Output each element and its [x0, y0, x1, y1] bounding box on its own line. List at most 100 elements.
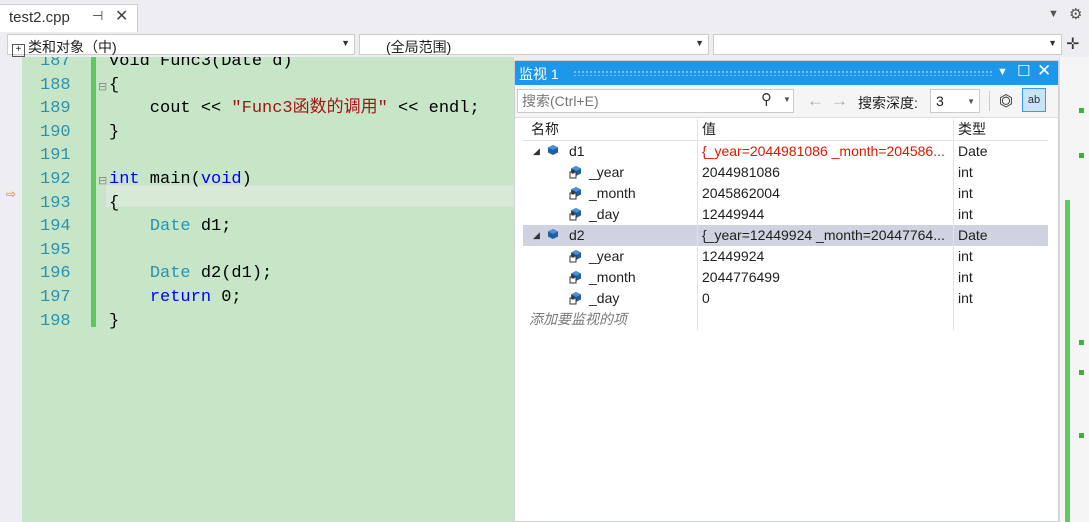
search-previous-icon[interactable]: ←	[807, 91, 824, 111]
overview-marker	[1079, 153, 1084, 158]
fold-toggle-icon[interactable]: ⊟	[98, 80, 107, 93]
project-scope-label: 类和对象（中)	[28, 39, 117, 55]
column-header-name[interactable]: 名称	[523, 119, 704, 140]
pin-icon[interactable]: ⏣	[999, 91, 1013, 111]
code-token: Date	[149, 217, 191, 237]
code-token: }	[109, 311, 120, 331]
code-line[interactable]: 197 return 0;	[22, 286, 514, 310]
code-token: {	[109, 193, 120, 213]
hex-display-toggle-icon[interactable]: ab	[1022, 88, 1046, 112]
column-header-value[interactable]: 值	[697, 119, 952, 140]
watch-value-cell[interactable]: 2044981086	[697, 162, 952, 183]
watch-value-cell[interactable]: 12449924	[697, 246, 952, 267]
code-text: Date d1;	[109, 215, 232, 239]
object-icon	[548, 145, 558, 155]
watch-search-box[interactable]: ⚲ ▼	[517, 89, 794, 113]
line-number: 197	[40, 288, 71, 307]
watch-field-row[interactable]: _year 2044981086 int	[523, 162, 1048, 183]
column-header-type[interactable]: 类型	[953, 119, 1048, 140]
tab-list-dropdown-icon[interactable]: ▼	[1048, 8, 1059, 20]
watch-name-cell[interactable]: ◢ d2	[523, 225, 696, 246]
watch-value-cell[interactable]: {_year=2044981086 _month=204586...	[697, 141, 952, 162]
watch-value-cell[interactable]: 2045862004	[697, 183, 952, 204]
line-number: 198	[40, 311, 71, 331]
pin-tab-icon[interactable]: ⊣	[92, 8, 103, 24]
code-token: int	[109, 170, 140, 189]
watch-field-row[interactable]: _day 12449944 int	[523, 204, 1048, 225]
watch-title-bar[interactable]: 监视 1 ▼ ☐ ✕	[515, 61, 1058, 85]
watch-field-row[interactable]: _day 0 int	[523, 288, 1048, 309]
code-line[interactable]: 198}	[22, 310, 514, 334]
collapse-triangle-icon[interactable]: ◢	[533, 225, 540, 246]
code-line[interactable]: 189 cout << "Func3函数的调用" << endl;	[22, 97, 514, 121]
chevron-down-icon: ▼	[967, 97, 975, 106]
code-text: return 0;	[109, 286, 242, 310]
indicator-margin[interactable]	[0, 57, 22, 522]
window-position-dropdown-icon[interactable]: ▼	[997, 66, 1008, 78]
close-tab-icon[interactable]: ✕	[115, 6, 128, 26]
code-line[interactable]: 187 void Func3(Date d)	[22, 57, 514, 74]
watch-name-cell[interactable]: _day	[523, 288, 696, 309]
chevron-down-icon: ▼	[1048, 38, 1057, 48]
tab-test2-cpp[interactable]: test2.cpp ⊣ ✕	[0, 4, 138, 33]
watch-field-row[interactable]: _year 12449924 int	[523, 246, 1048, 267]
toolbar-divider	[989, 91, 990, 111]
code-text: }	[109, 310, 119, 334]
member-scope-dropdown[interactable]: ▼	[713, 34, 1062, 55]
gear-icon[interactable]: ⚙	[1069, 5, 1082, 23]
code-line[interactable]: 192 int main(void)	[22, 168, 514, 192]
code-line[interactable]: 190}	[22, 121, 514, 145]
code-line[interactable]: 191	[22, 144, 514, 168]
watch-search-input[interactable]	[520, 92, 754, 110]
code-line[interactable]: 195	[22, 239, 514, 263]
code-line[interactable]: 194 Date d1;	[22, 215, 514, 239]
search-depth-value: 3	[936, 93, 944, 109]
watch-name-cell[interactable]: _year	[523, 162, 696, 183]
close-icon[interactable]: ✕	[1037, 61, 1051, 81]
empty-value-cell	[697, 309, 952, 330]
add-watch-item-placeholder[interactable]: 添加要监视的项	[523, 309, 702, 330]
fold-toggle-icon[interactable]: ⊟	[98, 174, 107, 187]
watch-name-cell[interactable]: ◢ d1	[523, 141, 696, 162]
collapse-triangle-icon[interactable]: ◢	[533, 141, 540, 162]
code-line[interactable]: 193 {	[22, 192, 514, 216]
global-scope-dropdown[interactable]: (全局范围) ▼	[359, 34, 709, 55]
code-text: void Func3(Date d)	[109, 57, 293, 74]
watch-value-cell[interactable]: 12449944	[697, 204, 952, 225]
project-scope-dropdown[interactable]: + 类和对象（中) ▼	[7, 34, 355, 57]
watch-name-cell[interactable]: _month	[523, 183, 696, 204]
maximize-icon[interactable]: ☐	[1017, 62, 1030, 80]
watch-field-name: _month	[589, 185, 636, 201]
search-options-dropdown-icon[interactable]: ▼	[783, 95, 791, 104]
code-editor[interactable]: ⇨ 187 void Func3(Date d) 188 {189 cout << "…	[0, 57, 514, 522]
overview-change-bar	[1065, 200, 1070, 522]
code-line[interactable]: 196 Date d2(d1);	[22, 262, 514, 286]
watch-name-cell[interactable]: _day	[523, 204, 696, 225]
code-line[interactable]: 188 {	[22, 74, 514, 98]
drag-grip[interactable]	[573, 70, 993, 76]
watch-name-cell[interactable]: _month	[523, 267, 696, 288]
code-token: Date	[149, 264, 191, 284]
watch-object-row[interactable]: ◢ d2 {_year=12449924 _month=20447764... Dat…	[523, 225, 1048, 246]
vertical-scrollbar[interactable]	[1059, 57, 1089, 522]
search-depth-dropdown[interactable]: 3 ▼	[930, 89, 980, 113]
watch-field-name: _month	[589, 269, 636, 285]
code-text: cout << "Func3函数的调用" << endl;	[109, 97, 480, 121]
chevron-down-icon: ▼	[341, 38, 350, 48]
line-number: 195	[40, 240, 71, 260]
watch-object-row[interactable]: ◢ d1 {_year=2044981086 _month=204586... Dat…	[523, 141, 1048, 162]
watch-type-cell: Date	[953, 141, 1048, 162]
watch-field-row[interactable]: _month 2045862004 int	[523, 183, 1048, 204]
watch-field-row[interactable]: _month 2044776499 int	[523, 267, 1048, 288]
search-next-icon[interactable]: →	[831, 91, 848, 111]
split-window-icon[interactable]: ✛	[1066, 34, 1079, 54]
watch-name-cell[interactable]: _year	[523, 246, 696, 267]
document-tab-bar: test2.cpp ⊣ ✕ ▼ ⚙	[0, 0, 1089, 33]
add-watch-row[interactable]: 添加要监视的项	[523, 309, 1048, 330]
search-depth-label: 搜索深度:	[858, 95, 918, 111]
code-token: void	[200, 170, 242, 189]
search-icon[interactable]: ⚲	[761, 90, 772, 108]
watch-value-cell[interactable]: 2044776499	[697, 267, 952, 288]
watch-value-cell[interactable]: {_year=12449924 _month=20447764...	[697, 225, 952, 246]
watch-value-cell[interactable]: 0	[697, 288, 952, 309]
